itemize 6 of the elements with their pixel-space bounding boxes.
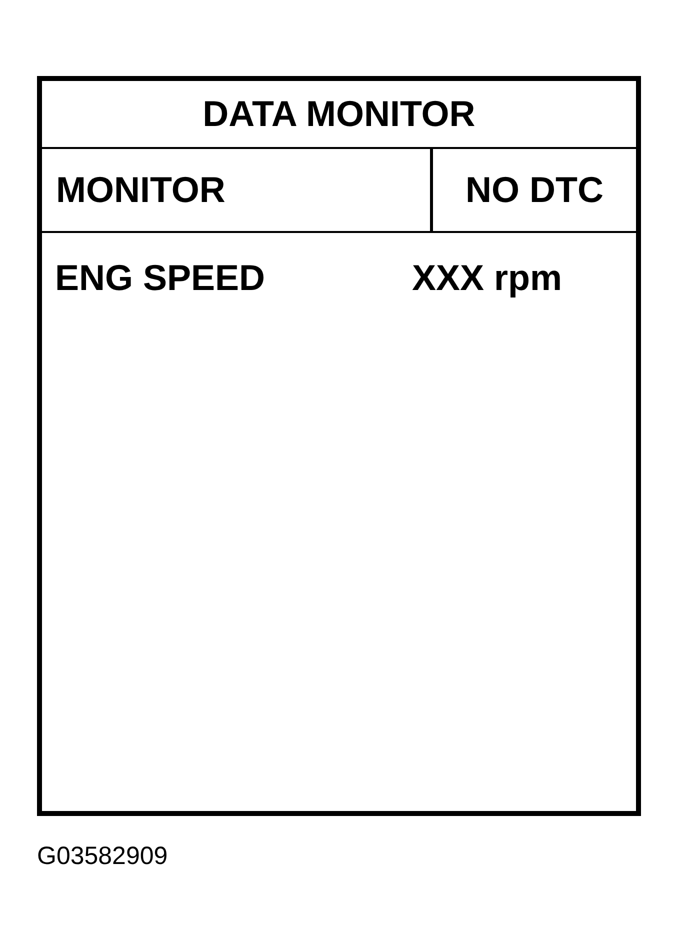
screen-title: DATA MONITOR xyxy=(202,94,476,134)
parameter-name: ENG SPEED xyxy=(55,258,266,298)
mode-label: MONITOR xyxy=(56,170,226,210)
figure-code: G03582909 xyxy=(37,842,168,871)
status-label: NO DTC xyxy=(466,170,604,210)
parameter-value: XXX rpm xyxy=(412,258,564,298)
